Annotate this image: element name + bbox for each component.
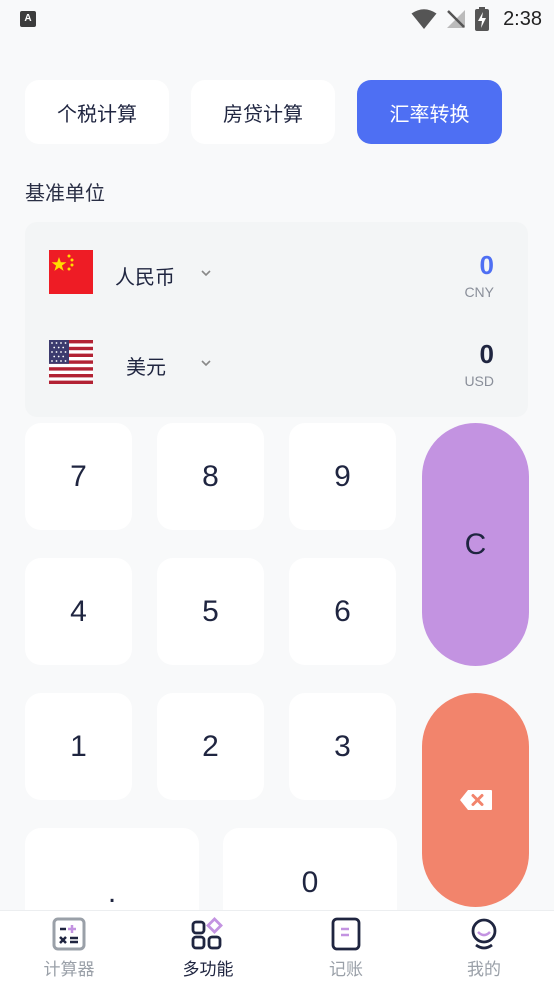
- key-6[interactable]: 6: [289, 558, 396, 665]
- nav-multifunction[interactable]: 多功能: [139, 911, 277, 984]
- chevron-down-icon: [201, 270, 211, 277]
- wifi-icon: [411, 9, 437, 29]
- tab-mortgage[interactable]: 房贷计算: [191, 80, 335, 144]
- apps-icon: [191, 917, 223, 950]
- key-4[interactable]: 4: [25, 558, 132, 665]
- battery-charging-icon: [475, 7, 490, 31]
- currency-row-usd[interactable]: 美元 0 USD: [25, 317, 528, 407]
- nav-label-calculator: 计算器: [43, 960, 95, 980]
- key-5[interactable]: 5: [157, 558, 264, 665]
- nav-label-multifunction: 多功能: [182, 960, 234, 980]
- backspace-icon: [459, 790, 492, 810]
- currency-panel: 人民币 0 CNY 美元 0 USD: [25, 222, 528, 417]
- status-bar: A 2:38: [0, 0, 554, 40]
- profile-icon: [471, 918, 497, 950]
- chevron-down-icon: [201, 360, 211, 367]
- amount-usd[interactable]: 0: [480, 339, 494, 370]
- key-2[interactable]: 2: [157, 693, 264, 800]
- calculator-icon: [52, 917, 86, 951]
- code-cny: CNY: [464, 284, 494, 300]
- key-0[interactable]: 0: [223, 828, 397, 910]
- no-signal-icon: [447, 10, 466, 28]
- key-8[interactable]: 8: [157, 423, 264, 530]
- clear-button[interactable]: C: [422, 423, 529, 666]
- currency-row-cny[interactable]: 人民币 0 CNY: [25, 227, 528, 317]
- status-indicators: 2:38: [411, 6, 542, 32]
- nav-ledger[interactable]: 记账: [277, 911, 415, 984]
- nav-calculator[interactable]: 计算器: [0, 911, 138, 984]
- tab-income-tax[interactable]: 个税计算: [25, 80, 169, 144]
- currency-name-cny: 人民币: [115, 265, 175, 289]
- amount-cny[interactable]: 0: [480, 250, 494, 281]
- key-7[interactable]: 7: [25, 423, 132, 530]
- app-notification-icon: A: [20, 11, 36, 27]
- key-3[interactable]: 3: [289, 693, 396, 800]
- nav-label-ledger: 记账: [329, 960, 363, 980]
- ledger-icon: [331, 917, 361, 951]
- key-9[interactable]: 9: [289, 423, 396, 530]
- nav-profile[interactable]: 我的: [415, 911, 553, 984]
- bottom-nav: 计算器 多功能 记账 我的: [0, 910, 554, 984]
- china-flag-icon: [49, 250, 93, 294]
- currency-name-usd: 美元: [126, 355, 166, 379]
- nav-label-profile: 我的: [467, 960, 501, 980]
- key-1[interactable]: 1: [25, 693, 132, 800]
- code-usd: USD: [464, 373, 494, 389]
- base-unit-label: 基准单位: [25, 181, 105, 205]
- backspace-button[interactable]: [422, 693, 529, 907]
- status-time: 2:38: [503, 7, 542, 30]
- tab-exchange-rate[interactable]: 汇率转换: [357, 80, 502, 144]
- usa-flag-icon: [49, 340, 93, 384]
- key-decimal[interactable]: .: [25, 828, 199, 910]
